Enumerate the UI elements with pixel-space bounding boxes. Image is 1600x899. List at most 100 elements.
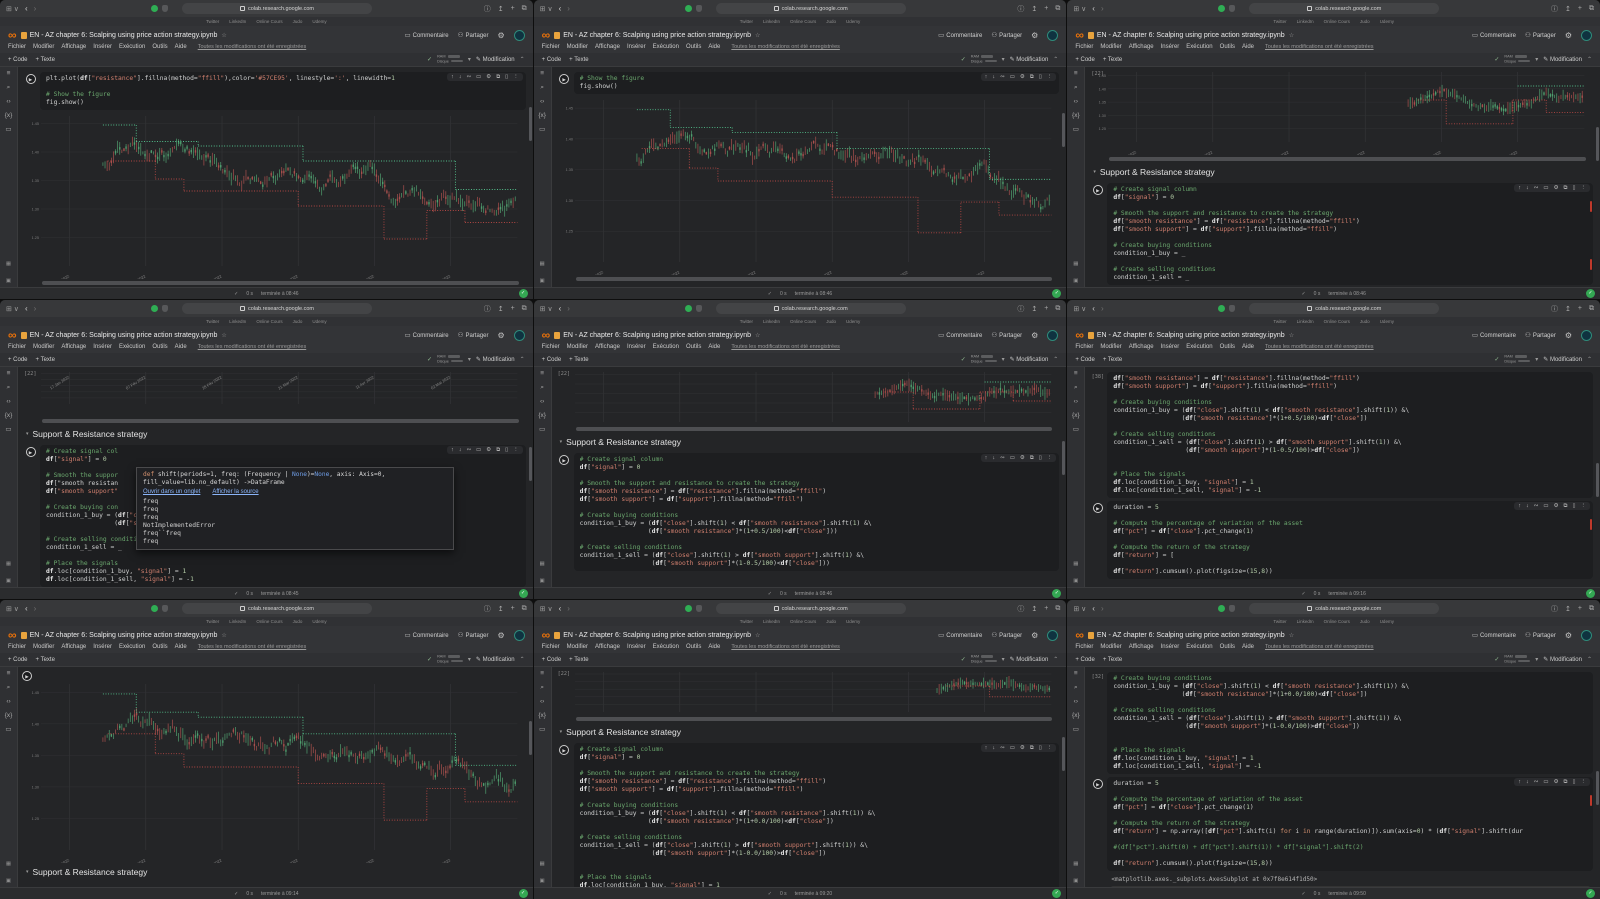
settings-gear-icon[interactable]: ⚙ — [497, 331, 504, 340]
ram-disk-gauge[interactable]: RAM Disque — [437, 355, 463, 363]
copy-cell-icon[interactable]: ⧉ — [496, 74, 500, 80]
table-of-contents-icon[interactable]: ≡ — [1074, 670, 1078, 677]
new-tab-icon[interactable]: + — [1044, 305, 1048, 312]
menu-aide[interactable]: Aide — [708, 644, 720, 650]
search-icon[interactable]: ⌕ — [1074, 84, 1078, 91]
files-icon[interactable]: ▭ — [539, 726, 545, 733]
extension-icon[interactable] — [684, 605, 692, 612]
menu-outils[interactable]: Outils — [1220, 44, 1235, 50]
menu-affichage[interactable]: Affichage — [1129, 344, 1154, 350]
cell-settings-icon[interactable]: ⚙ — [1020, 455, 1025, 461]
extension-icon[interactable] — [150, 305, 158, 312]
share-button[interactable]: ⚇ Partager — [991, 331, 1022, 339]
edit-mode-button[interactable]: ✎ Modification — [1010, 356, 1049, 363]
window-controls-icon[interactable]: ⊞ ∨ — [6, 5, 19, 13]
gauge-dropdown-icon[interactable]: ▾ — [1002, 56, 1005, 63]
panel-icon[interactable]: ▣ — [540, 878, 545, 884]
bookmark-item[interactable]: Udemy — [846, 619, 860, 624]
window-controls-icon[interactable]: ⊞ ∨ — [6, 605, 19, 613]
bookmark-item[interactable]: Online Cours — [790, 19, 816, 24]
terminal-icon[interactable]: ▦ — [1073, 861, 1078, 867]
terminal-icon[interactable]: ▦ — [1073, 261, 1078, 267]
shield-icon[interactable] — [695, 305, 702, 312]
vertical-scrollbar[interactable] — [1596, 771, 1599, 805]
bookmark-item[interactable]: LinkedIn — [763, 619, 780, 624]
extension-icon[interactable] — [1218, 5, 1226, 12]
tabs-icon[interactable]: ⧉ — [1589, 605, 1594, 613]
collapse-header-icon[interactable]: ⌃ — [1053, 56, 1058, 63]
comment-button[interactable]: ▭ Commentaire — [404, 631, 448, 639]
back-button[interactable]: ‹ — [1092, 4, 1095, 13]
menu-fichier[interactable]: Fichier — [8, 344, 26, 350]
delete-cell-icon[interactable]: ▯ — [1572, 779, 1575, 785]
copy-cell-icon[interactable]: ⧉ — [1564, 503, 1568, 509]
back-button[interactable]: ‹ — [559, 604, 562, 613]
ram-disk-gauge[interactable]: RAM Disque — [971, 355, 997, 363]
share-icon[interactable]: ↥ — [498, 5, 504, 13]
add-code-button[interactable]: + Code — [8, 357, 28, 363]
add-code-button[interactable]: + Code — [1075, 57, 1095, 63]
settings-gear-icon[interactable]: ⚙ — [1031, 631, 1038, 640]
colab-logo[interactable]: ∞ — [1075, 329, 1084, 341]
menu-exécution[interactable]: Exécution — [653, 44, 679, 50]
tabs-icon[interactable]: ⧉ — [522, 5, 527, 13]
panel-icon[interactable]: ▣ — [540, 578, 545, 584]
vertical-scrollbar[interactable] — [1596, 463, 1599, 497]
notebook-title[interactable]: EN - AZ chapter 6: Scalping using price … — [1097, 332, 1285, 339]
menu-affichage[interactable]: Affichage — [61, 644, 86, 650]
panel-icon[interactable]: ▣ — [6, 278, 11, 284]
add-text-button[interactable]: + Texte — [569, 657, 588, 663]
comment-button[interactable]: ▭ Commentaire — [404, 331, 448, 339]
terminal-icon[interactable]: ▦ — [540, 261, 545, 267]
table-of-contents-icon[interactable]: ≡ — [540, 670, 544, 677]
notebook-title[interactable]: EN - AZ chapter 6: Scalping using price … — [1097, 32, 1285, 39]
new-tab-icon[interactable]: + — [511, 605, 515, 612]
menu-outils[interactable]: Outils — [152, 644, 167, 650]
run-cell-button[interactable]: ▶ — [1092, 503, 1103, 513]
bookmark-item[interactable]: LinkedIn — [763, 319, 780, 324]
gauge-dropdown-icon[interactable]: ▾ — [1002, 356, 1005, 363]
save-status-link[interactable]: Toutes les modifications ont été enregis… — [1265, 644, 1374, 650]
bookmark-item[interactable]: Twitter — [1273, 319, 1286, 324]
bookmark-item[interactable]: Udemy — [1380, 319, 1394, 324]
account-avatar[interactable] — [1047, 29, 1059, 41]
panel-icon[interactable]: ▣ — [6, 578, 11, 584]
table-of-contents-icon[interactable]: ≡ — [7, 70, 11, 77]
reader-icon[interactable]: ⓘ — [484, 4, 491, 14]
move-cell-down-icon[interactable]: ↓ — [992, 74, 995, 80]
account-avatar[interactable] — [513, 629, 525, 641]
menu-exécution[interactable]: Exécution — [653, 644, 679, 650]
bookmark-item[interactable]: Udemy — [312, 319, 326, 324]
comment-button[interactable]: ▭ Commentaire — [938, 31, 982, 39]
table-of-contents-icon[interactable]: ≡ — [540, 370, 544, 377]
menu-aide[interactable]: Aide — [708, 344, 720, 350]
code-cell[interactable]: ▶ ↑ ↓ ∾ ▭ ⚙ ⧉ ▯ ⋮ plt.plot(df["resistance"].filln… — [21, 72, 526, 110]
variables-icon[interactable]: {x} — [538, 112, 546, 119]
url-bar[interactable]: colab.research.google.com — [715, 303, 906, 314]
comment-cell-icon[interactable]: ▭ — [1543, 503, 1548, 509]
ram-disk-gauge[interactable]: RAM Disque — [1504, 655, 1531, 663]
section-header[interactable]: ▾ Support & Resistance strategy — [552, 433, 1067, 450]
menu-outils[interactable]: Outils — [1220, 344, 1235, 350]
url-bar[interactable]: colab.research.google.com — [181, 303, 372, 314]
extension-icon[interactable] — [684, 5, 692, 12]
gauge-dropdown-icon[interactable]: ▾ — [468, 56, 471, 63]
menu-aide[interactable]: Aide — [175, 344, 187, 350]
url-bar[interactable]: colab.research.google.com — [715, 3, 906, 14]
star-icon[interactable]: ☆ — [1289, 632, 1294, 639]
vertical-scrollbar[interactable] — [528, 447, 532, 481]
tabs-icon[interactable]: ⧉ — [522, 605, 527, 613]
collapse-caret-icon[interactable]: ▾ — [26, 431, 29, 437]
star-icon[interactable]: ☆ — [221, 632, 226, 639]
files-icon[interactable]: ▭ — [539, 126, 545, 133]
account-avatar[interactable] — [513, 29, 525, 41]
gauge-dropdown-icon[interactable]: ▾ — [468, 656, 471, 663]
code-editor[interactable]: ↑ ↓ ∾ ▭ ⚙ ⧉ ▯ ⋮ duration = 5 # Compute the perce… — [1107, 501, 1593, 579]
tooltip-list-item[interactable]: freq — [143, 498, 447, 506]
share-button[interactable]: ⚇ Partager — [991, 631, 1022, 639]
collapse-header-icon[interactable]: ⌃ — [1587, 656, 1592, 663]
bookmark-item[interactable]: Twitter — [1273, 19, 1286, 24]
save-status-link[interactable]: Toutes les modifications ont été enregis… — [731, 644, 840, 650]
table-of-contents-icon[interactable]: ≡ — [7, 670, 11, 677]
collapse-header-icon[interactable]: ⌃ — [520, 656, 525, 663]
